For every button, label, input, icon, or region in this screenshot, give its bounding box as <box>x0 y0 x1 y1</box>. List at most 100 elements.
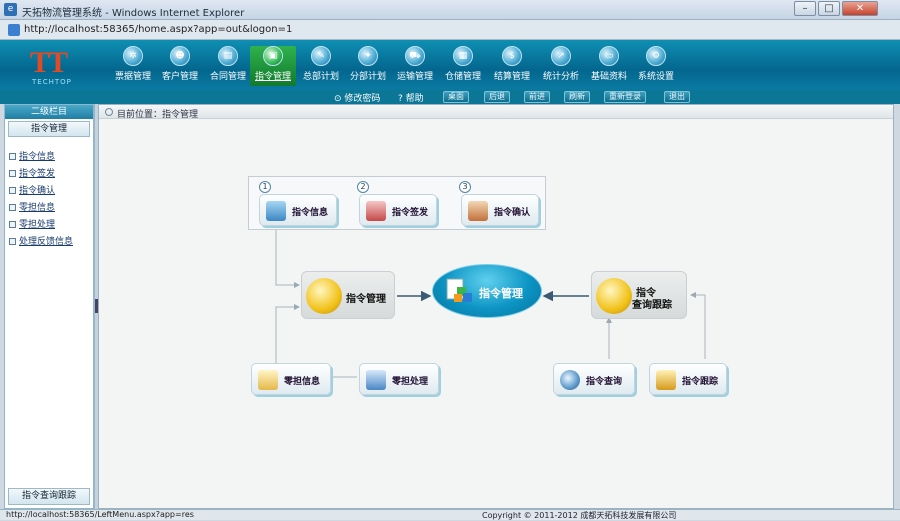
node-label: 指令签发 <box>392 208 429 218</box>
nav-item-3[interactable]: ▣ 指令管理 <box>250 46 296 86</box>
change-password-link[interactable]: ⊙ 修改密码 <box>334 91 380 104</box>
nav-item-5[interactable]: ✦ 分部计划 <box>345 46 391 86</box>
node-label: 零担处理 <box>392 377 429 387</box>
sidebar-item-label: 指令签发 <box>19 169 56 179</box>
node-instruction-query-track[interactable]: 指令 查询跟踪 <box>591 271 687 319</box>
node-instruction-info[interactable]: 指令信息 <box>259 194 337 226</box>
sidebar-item-label: 指令信息 <box>19 152 56 162</box>
back-button[interactable]: 后退 <box>484 91 510 103</box>
step-number-2: 2 <box>357 181 369 193</box>
nav-item-6[interactable]: ⛟ 运输管理 <box>392 46 438 86</box>
sidebar-header: 二级栏目 <box>5 105 93 119</box>
app-header: TT TECHTOP ✲ 票据管理 ☻ 客户管理 ▤ 合同管理 ▣ 指令管理 ✎ 总部计划 ✦ 分部计… <box>0 40 900 90</box>
exit-button[interactable]: 退出 <box>664 91 690 103</box>
node-instruction-confirm[interactable]: 指令确认 <box>461 194 539 226</box>
clipboard-icon: ▣ <box>263 46 283 66</box>
step-number-1: 1 <box>259 181 271 193</box>
node-label-line2: 查询跟踪 <box>632 300 672 311</box>
track-icon <box>656 370 676 390</box>
document-icon: ▤ <box>218 46 238 66</box>
node-instruction-search[interactable]: 指令查询 <box>553 363 635 395</box>
cubes-icon <box>446 278 472 302</box>
note-icon <box>258 370 278 390</box>
magnifier-icon <box>560 370 580 390</box>
sidebar-item-label: 零担信息 <box>19 203 56 213</box>
status-bar: http://localhost:58365/LeftMenu.aspx?app… <box>0 509 900 520</box>
nav-item-1[interactable]: ☻ 客户管理 <box>157 46 203 86</box>
logo-mark: TT <box>30 46 68 79</box>
bullet-icon <box>9 153 16 160</box>
node-instruction-track[interactable]: 指令跟踪 <box>649 363 727 395</box>
sidebar-item-2[interactable]: 指令确认 <box>9 183 91 196</box>
location-icon <box>105 108 113 116</box>
bullet-icon <box>9 204 16 211</box>
node-instruction-issue[interactable]: 指令签发 <box>359 194 437 226</box>
address-input[interactable]: http://localhost:58365/home.aspx?app=out… <box>24 24 292 35</box>
logo-text: TECHTOP <box>32 78 72 86</box>
nav-item-label: 系统设置 <box>637 72 674 82</box>
nav-item-4[interactable]: ✎ 总部计划 <box>298 46 344 86</box>
pen-icon <box>366 201 386 221</box>
pencil-icon: ✎ <box>311 46 331 66</box>
nav-item-10[interactable]: ▭ 基础资料 <box>586 46 632 86</box>
bullet-icon <box>9 238 16 245</box>
relogin-button[interactable]: 重新登录 <box>604 91 646 103</box>
refresh-button[interactable]: 刷新 <box>564 91 590 103</box>
step-number-3: 3 <box>459 181 471 193</box>
confirm-icon <box>468 201 488 221</box>
chart-icon: ↗ <box>551 46 571 66</box>
forward-button[interactable]: 前进 <box>524 91 550 103</box>
bullet-icon <box>9 187 16 194</box>
desktop-button[interactable]: 桌面 <box>443 91 469 103</box>
node-label: 零担信息 <box>284 377 321 387</box>
nav-item-2[interactable]: ▤ 合同管理 <box>205 46 251 86</box>
nav-item-7[interactable]: ▦ 仓储管理 <box>440 46 486 86</box>
sidebar-item-0[interactable]: 指令信息 <box>9 149 91 162</box>
arrow-ltl-to-manage <box>275 304 300 368</box>
nav-item-11[interactable]: ⚙ 系统设置 <box>633 46 679 86</box>
nav-item-label: 票据管理 <box>114 72 151 82</box>
center-node-label: 指令管理 <box>479 287 523 300</box>
edit-icon <box>366 370 386 390</box>
notepad-icon <box>306 278 342 314</box>
sidebar-bottom-tab[interactable]: 指令查询跟踪 <box>8 488 90 505</box>
nav-item-0[interactable]: ✲ 票据管理 <box>110 46 156 86</box>
sidebar: 二级栏目 指令管理 指令信息指令签发指令确认零担信息零担处理处理反馈信息 指令查… <box>4 104 94 509</box>
sidebar-item-1[interactable]: 指令签发 <box>9 166 91 179</box>
browser-icon: e <box>4 3 17 16</box>
minimize-button[interactable]: – <box>794 1 816 16</box>
folder-icon <box>596 278 632 314</box>
flow-diagram: 1 2 3 指令信息 指令签发 指令确认 指令管理 指令管理 指令 查询跟踪 零… <box>99 119 893 509</box>
help-link[interactable]: ? 帮助 <box>398 91 424 104</box>
center-node-instruction-manage[interactable]: 指令管理 <box>432 264 542 318</box>
sidebar-item-label: 指令确认 <box>19 186 56 196</box>
nav-item-9[interactable]: ↗ 统计分析 <box>538 46 584 86</box>
maximize-button[interactable]: □ <box>818 1 840 16</box>
node-ltl-process[interactable]: 零担处理 <box>359 363 439 395</box>
status-url: http://localhost:58365/LeftMenu.aspx?app… <box>6 510 194 519</box>
sidebar-item-label: 处理反馈信息 <box>19 237 74 247</box>
sidebar-item-5[interactable]: 处理反馈信息 <box>9 234 91 247</box>
main-content: 目前位置：指令管理 1 2 3 指令信息 指令签发 指令确认 指令管理 指令管理… <box>98 104 894 509</box>
nav-item-label: 运输管理 <box>396 72 433 82</box>
sidebar-item-3[interactable]: 零担信息 <box>9 200 91 213</box>
truck-icon: ⛟ <box>405 46 425 66</box>
nav-item-label: 合同管理 <box>209 72 246 82</box>
settings-icon: ⚙ <box>646 46 666 66</box>
address-bar: http://localhost:58365/home.aspx?app=out… <box>0 20 900 40</box>
node-instruction-manage[interactable]: 指令管理 <box>301 271 395 319</box>
info-icon <box>266 201 286 221</box>
sidebar-section-title[interactable]: 指令管理 <box>8 121 90 137</box>
arrow-track-to-query <box>690 292 706 359</box>
node-ltl-info[interactable]: 零担信息 <box>251 363 331 395</box>
gear-icon: ✲ <box>123 46 143 66</box>
nav-item-8[interactable]: $ 结算管理 <box>489 46 535 86</box>
nav-item-label: 仓储管理 <box>444 72 481 82</box>
nav-item-label: 统计分析 <box>542 72 579 82</box>
window-title: 天拓物流管理系统 - Windows Internet Explorer <box>22 8 245 19</box>
toolbar: ⊙ 修改密码 ? 帮助 桌面 后退 前进 刷新 重新登录 退出 <box>0 90 900 104</box>
arrow-group-to-manage <box>275 230 300 288</box>
sidebar-item-4[interactable]: 零担处理 <box>9 217 91 230</box>
node-label: 指令跟踪 <box>682 377 719 387</box>
close-button[interactable]: ✕ <box>842 1 878 16</box>
